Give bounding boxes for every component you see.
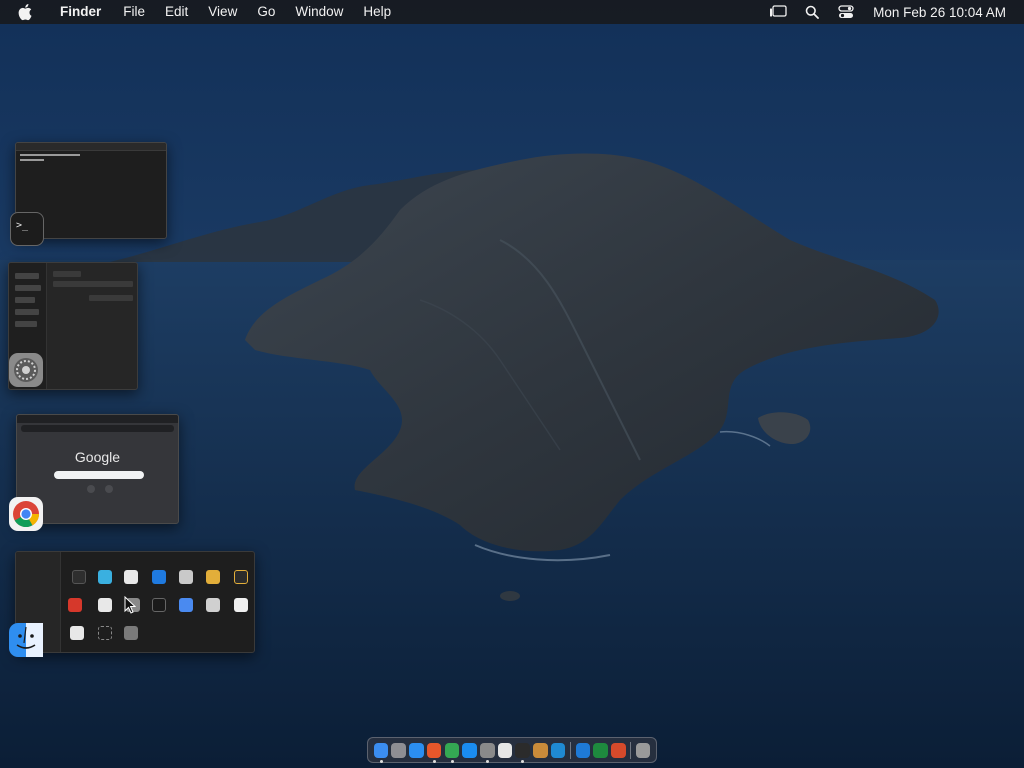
dock xyxy=(367,737,657,763)
running-indicator xyxy=(432,759,436,763)
firefox-icon[interactable] xyxy=(426,742,442,763)
dock-separator xyxy=(570,741,572,759)
chrome-tab-bar xyxy=(17,415,178,423)
running-indicator xyxy=(379,759,383,763)
menu-bar: Finder File Edit View Go Window Help Mon… xyxy=(0,0,1024,24)
photobooth-icon[interactable] xyxy=(611,742,626,758)
finder-icon[interactable] xyxy=(373,742,389,763)
excel-icon[interactable] xyxy=(593,742,608,758)
file-icon xyxy=(98,626,112,640)
terminal-icon[interactable]: >_ xyxy=(10,212,44,246)
svg-text:>_: >_ xyxy=(16,220,29,231)
file-icon xyxy=(70,626,84,640)
shortcut-tile xyxy=(87,485,95,493)
appstore-icon[interactable] xyxy=(462,742,477,758)
safari-icon[interactable] xyxy=(409,742,424,758)
running-indicator xyxy=(521,759,525,763)
settings-row xyxy=(15,273,39,279)
shortcut-tile xyxy=(105,485,113,493)
running-indicator xyxy=(486,759,489,763)
onedrive-icon[interactable] xyxy=(575,742,591,758)
menu-window[interactable]: Window xyxy=(285,0,353,24)
trash-icon[interactable] xyxy=(635,742,651,758)
settings-row xyxy=(15,321,37,327)
file-icon xyxy=(68,598,82,612)
file-icon xyxy=(152,570,166,584)
terminal-text-line xyxy=(20,154,80,156)
file-icon xyxy=(206,570,220,584)
file-icon xyxy=(72,570,86,584)
file-icon xyxy=(124,570,138,584)
file-icon xyxy=(206,598,220,612)
brush-icon[interactable] xyxy=(533,742,548,758)
mouse-pointer xyxy=(124,596,136,614)
settings-row xyxy=(89,295,133,301)
menu-help[interactable]: Help xyxy=(353,0,401,24)
menu-file[interactable]: File xyxy=(113,0,155,24)
menu-app-finder[interactable]: Finder xyxy=(52,0,113,24)
file-icon xyxy=(152,598,166,612)
settings-row xyxy=(15,297,35,303)
terminal-text-line xyxy=(20,159,44,161)
menu-view[interactable]: View xyxy=(198,0,247,24)
window-titlebar xyxy=(16,143,166,151)
finder-icon[interactable] xyxy=(9,623,43,657)
search-icon[interactable] xyxy=(801,0,823,24)
google-search-box xyxy=(54,471,144,479)
settings-icon[interactable] xyxy=(480,742,495,763)
file-icon xyxy=(179,570,193,584)
settings-row xyxy=(53,271,81,277)
launchpad-icon[interactable] xyxy=(391,742,406,758)
textedit-icon[interactable] xyxy=(497,742,513,758)
settings-row xyxy=(15,285,41,291)
menubar-clock[interactable]: Mon Feb 26 10:04 AM xyxy=(873,5,1006,20)
file-icon xyxy=(98,598,112,612)
file-icon xyxy=(98,570,112,584)
menu-edit[interactable]: Edit xyxy=(155,0,198,24)
chrome-icon[interactable] xyxy=(444,742,460,763)
settings-row xyxy=(15,309,39,315)
file-icon xyxy=(124,626,138,640)
vscode-icon[interactable] xyxy=(550,742,566,758)
dock-separator xyxy=(630,741,632,759)
settings-row xyxy=(53,281,133,287)
apple-menu-icon[interactable] xyxy=(18,3,36,21)
settings-icon[interactable] xyxy=(9,353,43,387)
file-icon xyxy=(234,598,248,612)
file-icon xyxy=(179,598,193,612)
chrome-address-bar xyxy=(21,425,174,432)
menu-go[interactable]: Go xyxy=(247,0,285,24)
running-indicator xyxy=(450,759,454,763)
chrome-icon[interactable] xyxy=(9,497,43,531)
google-logo-text: Google xyxy=(74,449,121,465)
terminal-icon[interactable] xyxy=(515,742,531,763)
file-icon xyxy=(234,570,248,584)
control-center-icon[interactable] xyxy=(835,0,857,24)
stage-manager-icon[interactable] xyxy=(767,0,789,24)
